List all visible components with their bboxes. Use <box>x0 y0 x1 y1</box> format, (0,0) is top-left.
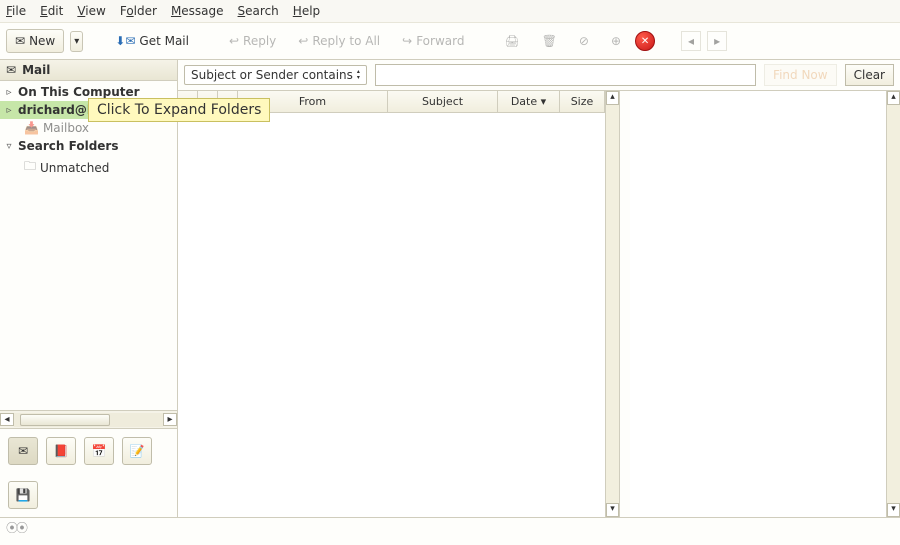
component-switcher: ✉ 📕 📅 📝 💾 <box>0 428 177 517</box>
chevron-down-icon: ▾ <box>541 95 547 108</box>
callout-tooltip: Click To Expand Folders <box>88 98 270 122</box>
switch-calendar[interactable]: 📅 <box>84 437 114 465</box>
menu-search[interactable]: Search <box>238 4 279 18</box>
calendar-icon: 📅 <box>92 444 107 458</box>
menu-message[interactable]: Message <box>171 4 224 18</box>
col-size[interactable]: Size <box>560 91 605 112</box>
junk-icon: ⊘ <box>579 34 589 48</box>
reply-icon: ↩ <box>229 34 239 48</box>
book-icon: 📕 <box>54 444 69 458</box>
junk-button[interactable]: ⊘ <box>571 30 597 52</box>
sidebar-title: Mail <box>22 63 50 77</box>
scroll-track[interactable] <box>887 105 900 503</box>
new-button[interactable]: ✉ New <box>6 29 64 53</box>
preview-vertical-scroll[interactable]: ▴ ▾ <box>886 91 900 517</box>
find-now-button[interactable]: Find Now <box>764 64 837 86</box>
new-dropdown[interactable]: ▾ <box>70 31 83 52</box>
replyall-button[interactable]: ↩ Reply to All <box>290 30 388 52</box>
scroll-track[interactable] <box>606 105 619 503</box>
print-button[interactable]: 🖨 <box>496 30 527 52</box>
tree-unmatched[interactable]: 🗀 Unmatched <box>0 155 177 180</box>
disk-icon: 💾 <box>16 488 31 502</box>
scroll-up-icon[interactable]: ▴ <box>606 91 619 105</box>
scroll-left-icon[interactable]: ◂ <box>0 413 14 426</box>
scroll-up-icon[interactable]: ▴ <box>887 91 900 105</box>
switch-mail[interactable]: ✉ <box>8 437 38 465</box>
statusbar: ⦿⦿ <box>0 517 900 537</box>
preview-pane: ▴ ▾ <box>630 91 900 517</box>
preview-body[interactable] <box>630 91 886 517</box>
search-scope-combo[interactable]: Subject or Sender contains ▴▾ <box>184 65 367 85</box>
searchbar: Subject or Sender contains ▴▾ Find Now C… <box>178 60 900 91</box>
sidebar-horizontal-scroll[interactable]: ◂ ▸ <box>0 410 177 428</box>
menu-file[interactable]: File <box>6 4 26 18</box>
sidebar-header[interactable]: ✉ Mail <box>0 60 177 81</box>
menu-edit[interactable]: Edit <box>40 4 63 18</box>
menu-view[interactable]: View <box>77 4 105 18</box>
chevron-down-icon[interactable]: ▿ <box>4 141 14 152</box>
grip-icon: ⦿⦿ <box>6 519 26 536</box>
chevron-right-icon[interactable]: ▹ <box>4 105 14 116</box>
switch-contacts[interactable]: 📕 <box>46 437 76 465</box>
stop-button[interactable]: ✕ <box>635 31 655 51</box>
close-icon: ✕ <box>641 36 649 47</box>
scroll-down-icon[interactable]: ▾ <box>606 503 619 517</box>
splitter[interactable] <box>620 91 630 517</box>
menu-folder[interactable]: Folder <box>120 4 157 18</box>
compose-icon: ✉ <box>15 34 25 48</box>
scroll-track[interactable] <box>14 413 163 427</box>
trash-icon: 🗑 <box>542 34 557 48</box>
tree-search-folders[interactable]: ▿ Search Folders <box>0 137 177 155</box>
getmail-button[interactable]: ⬇✉ Get Mail <box>107 30 197 52</box>
chevron-right-icon[interactable]: ▹ <box>4 87 14 98</box>
print-icon: 🖨 <box>504 34 519 48</box>
replyall-icon: ↩ <box>298 34 308 48</box>
prev-button[interactable]: ◂ <box>681 31 701 51</box>
menubar: File Edit View Folder Message Search Hel… <box>0 0 900 23</box>
folder-icon: 🗀 <box>24 157 36 178</box>
switch-memos[interactable]: 📝 <box>122 437 152 465</box>
main-column: Subject or Sender contains ▴▾ Find Now C… <box>178 60 900 517</box>
next-button[interactable]: ▸ <box>707 31 727 51</box>
forward-button[interactable]: ↪ Forward <box>394 30 472 52</box>
new-label: New <box>29 34 55 48</box>
mail-icon: ✉ <box>18 444 28 458</box>
inbox-icon: 📥 <box>24 121 39 135</box>
getmail-label: Get Mail <box>139 34 189 48</box>
list-vertical-scroll[interactable]: ▴ ▾ <box>605 91 619 517</box>
folder-tree: ▹ On This Computer ▹ drichard@larg 📥 Mai… <box>0 81 177 410</box>
col-subject[interactable]: Subject <box>388 91 498 112</box>
note-icon: 📝 <box>130 444 145 458</box>
getmail-icon: ⬇✉ <box>115 34 135 48</box>
notjunk-icon: ⊕ <box>611 34 621 48</box>
search-input[interactable] <box>375 64 756 86</box>
scroll-right-icon[interactable]: ▸ <box>163 413 177 426</box>
delete-button[interactable]: 🗑 <box>534 30 565 52</box>
toolbar: ✉ New ▾ ⬇✉ Get Mail ↩ Reply ↩ Reply to A… <box>0 23 900 60</box>
scroll-down-icon[interactable]: ▾ <box>887 503 900 517</box>
envelope-icon: ✉ <box>6 63 16 77</box>
col-date[interactable]: Date ▾ <box>498 91 560 112</box>
reply-button[interactable]: ↩ Reply <box>221 30 284 52</box>
switch-misc[interactable]: 💾 <box>8 481 38 509</box>
message-list-body[interactable] <box>178 113 605 517</box>
menu-help[interactable]: Help <box>293 4 320 18</box>
message-list-pane: ✉ ◷ ● From Subject Date ▾ Size ▴ ▾ <box>178 91 620 517</box>
search-scope-label: Subject or Sender contains <box>191 68 353 82</box>
spinner-icon[interactable]: ▴▾ <box>357 69 360 81</box>
clear-button[interactable]: Clear <box>845 64 894 86</box>
scroll-thumb[interactable] <box>20 414 110 426</box>
sidebar: ✉ Mail ▹ On This Computer ▹ drichard@lar… <box>0 60 178 517</box>
forward-icon: ↪ <box>402 34 412 48</box>
notjunk-button[interactable]: ⊕ <box>603 30 629 52</box>
